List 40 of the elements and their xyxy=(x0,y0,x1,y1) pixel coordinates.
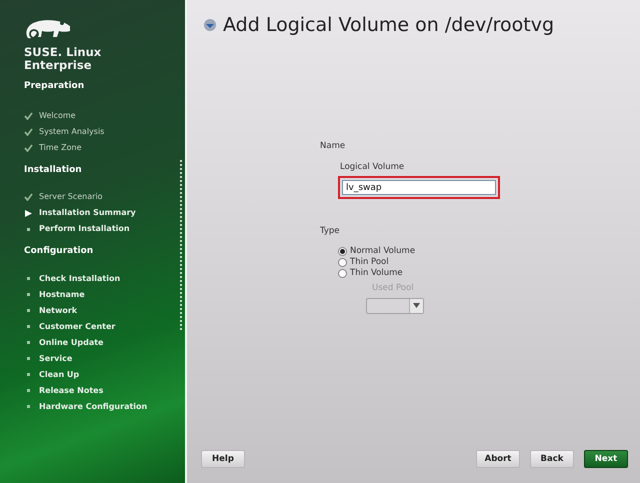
step-label: Customer Center xyxy=(39,320,116,333)
step-label: Online Update xyxy=(39,336,104,349)
logical-volume-field[interactable]: lv_swap xyxy=(342,180,496,195)
used-pool-dropdown[interactable] xyxy=(366,298,424,314)
step-label: Hardware Configuration xyxy=(39,400,148,413)
radio-button[interactable] xyxy=(338,268,347,278)
step-label: Time Zone xyxy=(39,142,82,154)
step-label: System Analysis xyxy=(39,126,104,138)
brand-name: SUSE. Linux Enterprise xyxy=(24,46,102,72)
step-label: Welcome xyxy=(39,110,76,122)
step-label: Check Installation xyxy=(39,272,120,285)
radio-label: Thin Pool xyxy=(350,256,389,268)
group-label: Type xyxy=(320,225,340,238)
caret-icon xyxy=(413,303,420,308)
group-label: Name xyxy=(320,140,346,152)
triangle-icon xyxy=(24,210,33,217)
dialog-button[interactable]: Back xyxy=(530,450,574,468)
dialog-title: Add Logical Volume on /dev/rootvg xyxy=(223,13,554,38)
section-heading: Installation xyxy=(24,164,83,177)
step-label: Clean Up xyxy=(39,368,80,381)
step-label: Hostname xyxy=(39,288,85,301)
radio-button[interactable] xyxy=(338,258,347,267)
radio-label: Normal Volume xyxy=(350,244,416,258)
step-label: Service xyxy=(39,352,72,365)
check-icon xyxy=(24,193,33,202)
step-label: Installation Summary xyxy=(39,207,136,220)
section-heading: Preparation xyxy=(24,80,86,94)
radio-label: Thin Volume xyxy=(350,266,403,280)
step-label: Network xyxy=(39,304,78,317)
dialog-button[interactable]: Help xyxy=(201,450,245,468)
dialog-button[interactable]: Abort xyxy=(476,450,520,468)
globe-icon xyxy=(203,18,217,32)
section-heading: Configuration xyxy=(24,245,94,258)
step-label: Server Scenario xyxy=(39,191,103,204)
step-label: Release Notes xyxy=(39,384,104,397)
dialog-button[interactable]: Next xyxy=(584,450,628,468)
step-label: Perform Installation xyxy=(39,223,130,236)
combo-label: Used Pool xyxy=(372,282,414,294)
radio-button[interactable] xyxy=(338,246,347,256)
field-label: Logical Volume xyxy=(340,161,404,174)
